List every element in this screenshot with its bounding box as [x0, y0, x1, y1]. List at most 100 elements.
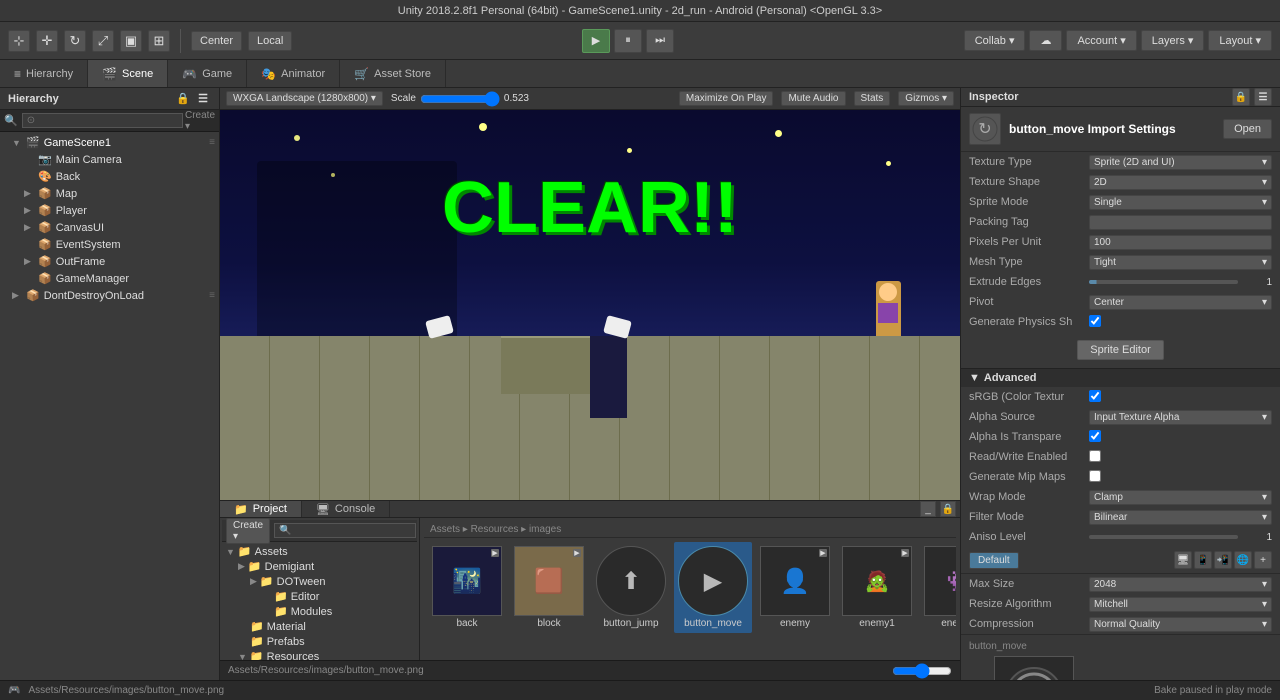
maximize-btn[interactable]: Maximize On Play — [679, 91, 774, 106]
asset-arrow-button-jump[interactable]: ▶ — [655, 549, 663, 557]
tree-item-eventsystem[interactable]: 📦 EventSystem — [0, 236, 219, 253]
scale-slider[interactable] — [420, 91, 500, 107]
tab-animator[interactable]: 🎭 Animator — [247, 60, 340, 87]
ptree-prefabs[interactable]: 📁 Prefabs — [222, 634, 417, 649]
ptree-assets[interactable]: ▼ 📁 Assets — [222, 544, 417, 559]
step-button[interactable]: ⏭ — [646, 29, 674, 53]
pixels-per-unit-input[interactable] — [1089, 235, 1272, 250]
asset-button-jump[interactable]: ⬆ ▶ button_jump — [592, 542, 670, 633]
asset-back[interactable]: 🌃 ▶ back — [428, 542, 506, 633]
hierarchy-create-btn[interactable]: Create ▾ — [185, 110, 215, 132]
gizmos-btn[interactable]: Gizmos ▾ — [898, 91, 954, 106]
wrap-mode-dropdown[interactable]: Clamp ▾ — [1089, 490, 1272, 505]
asset-arrow-enemy1[interactable]: ▶ — [901, 549, 909, 557]
play-button[interactable]: ▶ — [582, 29, 610, 53]
asset-arrow-back[interactable]: ▶ — [491, 549, 499, 557]
tab-project[interactable]: 📁 Project — [220, 501, 302, 517]
center-button[interactable]: Center — [191, 31, 242, 51]
star — [479, 123, 487, 131]
asset-arrow-enemy[interactable]: ▶ — [819, 549, 827, 557]
gen-physics-checkbox[interactable] — [1089, 315, 1101, 327]
add-platform-icon[interactable]: + — [1254, 551, 1272, 569]
tree-item-player[interactable]: ▶ 📦 Player — [0, 202, 219, 219]
tab-hierarchy[interactable]: ≡ Hierarchy — [0, 60, 88, 87]
hierarchy-search-input[interactable] — [22, 113, 183, 128]
asset-arrow-button-move[interactable]: ▶ — [737, 549, 745, 557]
mute-btn[interactable]: Mute Audio — [781, 91, 845, 106]
tab-console[interactable]: 🖥 Console — [302, 501, 390, 517]
hierarchy-lock-icon[interactable]: 🔒 — [175, 91, 191, 107]
resolution-dropdown[interactable]: WXGA Landscape (1280x800) ▾ — [226, 91, 383, 106]
mesh-type-dropdown[interactable]: Tight ▾ — [1089, 255, 1272, 270]
zoom-slider[interactable] — [892, 663, 952, 679]
inspector-lock-icon[interactable]: 🔒 — [1232, 88, 1250, 106]
tree-item-main-camera[interactable]: 📷 Main Camera — [0, 151, 219, 168]
texture-type-dropdown[interactable]: Sprite (2D and UI) ▾ — [1089, 155, 1272, 170]
tree-item-map[interactable]: ▶ 📦 Map — [0, 185, 219, 202]
inspector-more-icon[interactable]: ☰ — [1254, 88, 1272, 106]
tree-item-dontdestroy[interactable]: ▶ 📦 DontDestroyOnLoad ≡ — [0, 287, 219, 304]
advanced-section-header[interactable]: ▼ Advanced — [961, 368, 1280, 387]
open-button[interactable]: Open — [1223, 119, 1272, 139]
packing-tag-input[interactable] — [1089, 215, 1272, 230]
ios-platform-icon[interactable]: 📲 — [1214, 551, 1232, 569]
alpha-transp-checkbox[interactable] — [1089, 430, 1101, 442]
tree-item-gamescene1[interactable]: ▼ 🎬 GameScene1 ≡ — [0, 134, 219, 151]
local-button[interactable]: Local — [248, 31, 292, 51]
tab-game[interactable]: 🎮 Game — [168, 60, 247, 87]
collab-button[interactable]: Collab ▾ — [964, 30, 1026, 51]
transform-tool[interactable]: ⊹ — [8, 30, 30, 52]
layout-button[interactable]: Layout ▾ — [1208, 30, 1272, 51]
stats-btn[interactable]: Stats — [854, 91, 891, 106]
resize-algo-dropdown[interactable]: Mitchell ▾ — [1089, 597, 1272, 612]
filter-mode-dropdown[interactable]: Bilinear ▾ — [1089, 510, 1272, 525]
asset-arrow-block[interactable]: ▶ — [573, 549, 581, 557]
max-size-dropdown[interactable]: 2048 ▾ — [1089, 577, 1272, 592]
pause-button[interactable]: ⏸ — [614, 29, 642, 53]
ptree-modules[interactable]: 📁 Modules — [222, 604, 417, 619]
tree-item-gamemanager[interactable]: 📦 GameManager — [0, 270, 219, 287]
ptree-demigiant[interactable]: ▶ 📁 Demigiant — [222, 559, 417, 574]
ptree-material[interactable]: 📁 Material — [222, 619, 417, 634]
asset-enemy1[interactable]: 🧟 ▶ enemy1 — [838, 542, 916, 633]
panel-collapse-icon[interactable]: _ — [920, 501, 936, 517]
gen-mip-checkbox[interactable] — [1089, 470, 1101, 482]
sprite-editor-button[interactable]: Sprite Editor — [1077, 340, 1164, 360]
asset-enemy2[interactable]: 👾 ▶ enemy2 — [920, 542, 956, 633]
project-create-btn[interactable]: Create ▾ — [226, 518, 270, 544]
scale-tool[interactable]: ⤢ — [92, 30, 114, 52]
rect-tool[interactable]: ▣ — [120, 30, 142, 52]
asset-block[interactable]: 🟫 ▶ block — [510, 542, 588, 633]
android-platform-icon[interactable]: 📱 — [1194, 551, 1212, 569]
default-tab-btn[interactable]: Default — [969, 552, 1019, 569]
extrude-slider — [1089, 280, 1238, 284]
hierarchy-menu-icon[interactable]: ☰ — [195, 91, 211, 107]
asset-button-move[interactable]: ▶ ▶ button_move — [674, 542, 752, 633]
cloud-button[interactable]: ☁ — [1029, 30, 1062, 51]
layers-button[interactable]: Layers ▾ — [1141, 30, 1205, 51]
pivot-dropdown[interactable]: Center ▾ — [1089, 295, 1272, 310]
project-search-input[interactable] — [274, 523, 416, 538]
account-button[interactable]: Account ▾ — [1066, 30, 1136, 51]
read-write-checkbox[interactable] — [1089, 450, 1101, 462]
alpha-source-dropdown[interactable]: Input Texture Alpha ▾ — [1089, 410, 1272, 425]
move-tool[interactable]: ✛ — [36, 30, 58, 52]
ptree-dotween[interactable]: ▶ 📁 DOTween — [222, 574, 417, 589]
panel-lock-icon[interactable]: 🔒 — [940, 501, 956, 517]
srgb-checkbox[interactable] — [1089, 390, 1101, 402]
sprite-mode-dropdown[interactable]: Single ▾ — [1089, 195, 1272, 210]
ptree-editor[interactable]: 📁 Editor — [222, 589, 417, 604]
tree-item-back[interactable]: 🎨 Back — [0, 168, 219, 185]
tab-scene[interactable]: 🎬 Scene — [88, 60, 168, 87]
tab-asset-store[interactable]: 🛒 Asset Store — [340, 60, 446, 87]
rotate-tool[interactable]: ↻ — [64, 30, 86, 52]
filter-mode-row: Filter Mode Bilinear ▾ — [961, 507, 1280, 527]
custom-tool[interactable]: ⊞ — [148, 30, 170, 52]
tree-item-canvasui[interactable]: ▶ 📦 CanvasUI — [0, 219, 219, 236]
pc-platform-icon[interactable]: 🖥 — [1174, 551, 1192, 569]
texture-shape-dropdown[interactable]: 2D ▾ — [1089, 175, 1272, 190]
webgl-platform-icon[interactable]: 🌐 — [1234, 551, 1252, 569]
tree-item-outframe[interactable]: ▶ 📦 OutFrame — [0, 253, 219, 270]
compression-dropdown[interactable]: Normal Quality ▾ — [1089, 617, 1272, 632]
asset-enemy[interactable]: 👤 ▶ enemy — [756, 542, 834, 633]
